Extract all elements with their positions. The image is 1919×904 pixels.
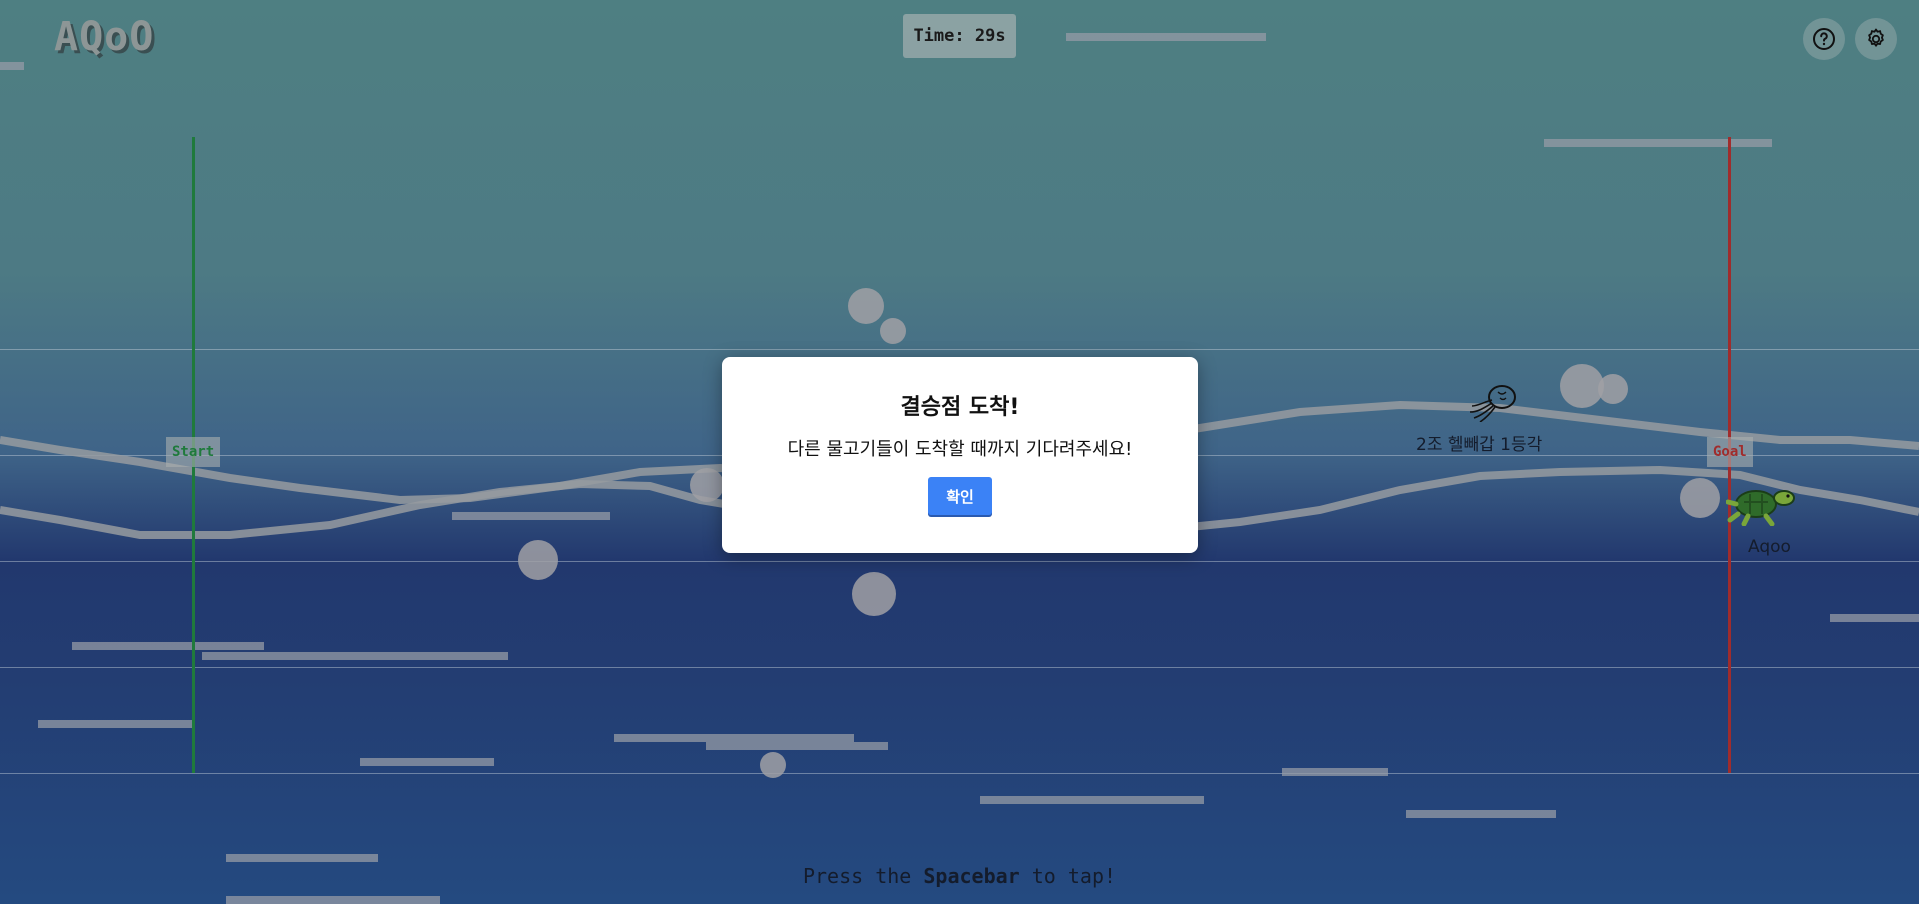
- bubble: [760, 752, 786, 778]
- bubble: [518, 540, 558, 580]
- bubble: [852, 572, 896, 616]
- tap-hint: Press the Spacebar to tap!: [0, 864, 1919, 888]
- bubble: [690, 468, 724, 502]
- water-stream: [72, 642, 264, 650]
- turtle-icon: [1725, 490, 1795, 527]
- bubble: [848, 288, 884, 324]
- gear-icon: [1868, 28, 1884, 47]
- start-flag: Start: [166, 437, 221, 467]
- confirm-button[interactable]: 확인: [928, 477, 992, 515]
- racer-turtle: [1725, 482, 1800, 530]
- water-stream: [38, 720, 192, 728]
- racer-name: 2조 헬빼갑 1등각: [1416, 435, 1543, 455]
- water-stream: [226, 854, 378, 862]
- hint-prefix: Press the: [802, 864, 924, 888]
- water-stream: [0, 62, 24, 70]
- water-stream: [452, 512, 610, 520]
- race-timer: Time: 29s: [903, 14, 1016, 58]
- bubble: [1680, 478, 1720, 518]
- water-stream: [1544, 139, 1772, 147]
- modal-message: 다른 물고기들이 도착할 때까지 기다려주세요!: [787, 439, 1133, 460]
- help-circle-icon: [1813, 28, 1835, 50]
- goal-flag: Goal: [1707, 437, 1753, 467]
- water-stream: [226, 896, 440, 904]
- water-stream: [1406, 810, 1556, 818]
- help-button[interactable]: [1803, 18, 1845, 60]
- water-stream: [1066, 33, 1266, 41]
- water-stream: [614, 734, 854, 742]
- bubble: [1598, 374, 1628, 404]
- hint-suffix: to tap!: [1019, 864, 1117, 888]
- water-stream: [706, 742, 888, 750]
- racer-jellyfish: [1468, 382, 1520, 426]
- bubble: [880, 318, 906, 344]
- racer-name: Aqoo: [1748, 537, 1791, 557]
- modal-title: 결승점 도착!: [900, 395, 1020, 420]
- finish-modal: 결승점 도착! 다른 물고기들이 도착할 때까지 기다려주세요! 확인: [722, 357, 1198, 553]
- water-stream: [202, 652, 508, 660]
- water-stream: [980, 796, 1204, 804]
- settings-button[interactable]: [1855, 18, 1897, 60]
- water-stream: [1282, 768, 1388, 776]
- hint-key: Spacebar: [923, 864, 1020, 888]
- jellyfish-icon: [1469, 385, 1516, 423]
- water-stream: [360, 758, 494, 766]
- app-logo: AQoO: [54, 14, 155, 60]
- water-stream: [1830, 614, 1919, 622]
